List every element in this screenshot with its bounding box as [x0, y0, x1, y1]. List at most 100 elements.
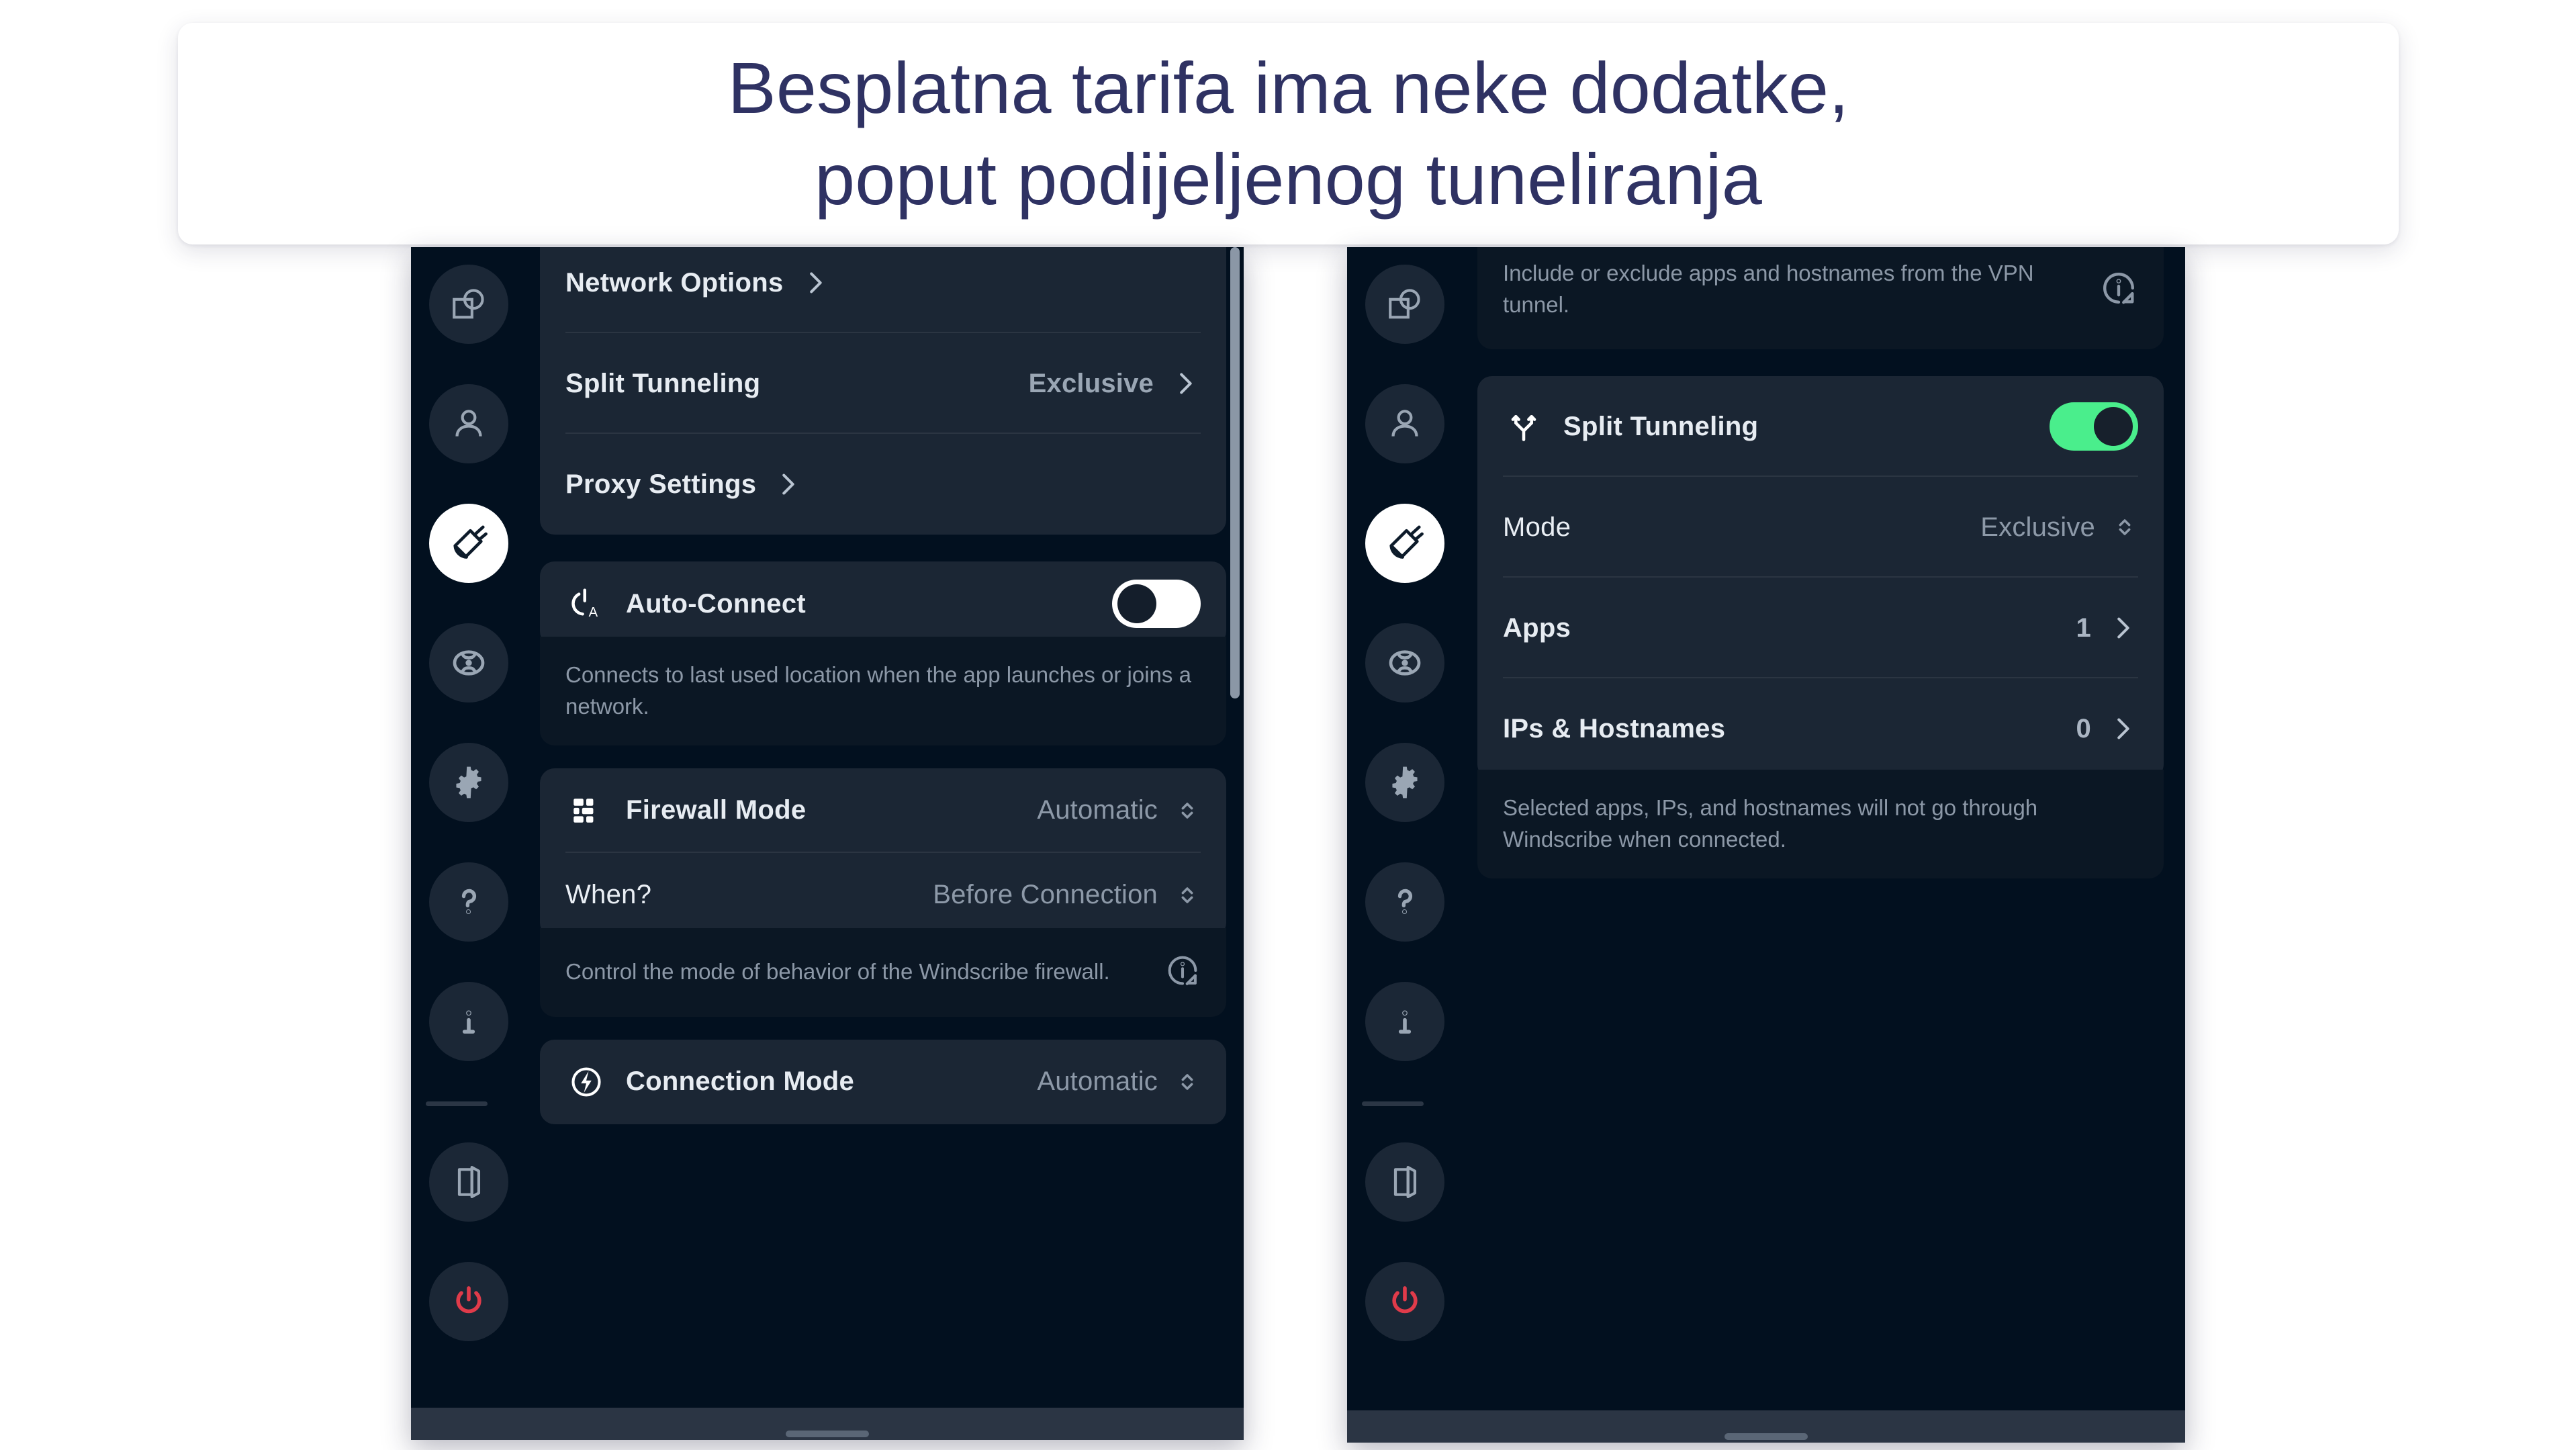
firewall-blocks-icon	[565, 794, 607, 827]
firewall-mode-card: Firewall Mode Automatic When? Before Con…	[540, 768, 1226, 938]
connection-dish-icon	[449, 524, 488, 563]
info-icon	[450, 1003, 488, 1040]
firewall-mode-row[interactable]: Firewall Mode Automatic	[540, 768, 1226, 853]
question-mark-icon	[450, 883, 488, 921]
window-footer-left	[411, 1408, 1244, 1440]
gear-icon	[450, 764, 488, 801]
sidebar-item-about[interactable]	[429, 982, 508, 1061]
sidebar-divider	[1362, 1101, 1424, 1106]
row-network-options-label: Network Options	[565, 267, 784, 298]
sidebar-item-robert[interactable]	[429, 623, 508, 703]
account-person-icon	[450, 405, 488, 443]
toggle-knob	[2094, 407, 2133, 446]
power-icon	[1386, 1283, 1424, 1320]
robot-icon	[1386, 644, 1424, 682]
sidebar-item-logout[interactable]	[1365, 1142, 1444, 1222]
sidebar-divider	[426, 1101, 488, 1106]
split-tunneling-content: Include or exclude apps and hostnames fr…	[1463, 247, 2185, 1410]
row-proxy-settings[interactable]: Proxy Settings	[540, 434, 1226, 535]
updown-stepper-icon[interactable]	[1174, 1069, 1201, 1095]
connection-mode-value: Automatic	[1037, 1067, 1158, 1097]
page-title: Besplatna tarifa ima neke dodatke, poput…	[727, 46, 1849, 220]
sidebar-item-preferences[interactable]	[429, 743, 508, 822]
screenshot-stage: Besplatna tarifa ima neke dodatke, poput…	[0, 0, 2576, 1450]
row-proxy-settings-label: Proxy Settings	[565, 469, 757, 499]
firewall-when-value: Before Connection	[933, 880, 1158, 910]
chevron-right-icon	[1170, 368, 1201, 399]
sidebar-item-help[interactable]	[1365, 862, 1444, 942]
split-tunneling-toggle[interactable]	[2050, 402, 2138, 451]
row-split-tunneling-value: Exclusive	[1028, 368, 1154, 398]
split-tunneling-card: Split Tunneling Mode Exclusive Apps 1 IP…	[1477, 376, 2164, 779]
info-external-icon[interactable]	[2099, 269, 2138, 311]
auto-connect-description-box: Connects to last used location when the …	[540, 637, 1226, 745]
exit-door-icon	[1386, 1163, 1424, 1201]
connection-mode-card: Connection Mode Automatic	[540, 1039, 1226, 1124]
resize-handle[interactable]	[786, 1431, 869, 1437]
sidebar-item-quit[interactable]	[429, 1262, 508, 1341]
chevron-right-icon	[800, 267, 831, 298]
sidebar-item-robert[interactable]	[1365, 623, 1444, 703]
svg-text:A: A	[589, 605, 598, 620]
firewall-when-row[interactable]: When? Before Connection	[540, 853, 1226, 938]
scrollbar-thumb[interactable]	[1230, 247, 1240, 698]
info-external-icon[interactable]	[1164, 952, 1201, 992]
split-tunneling-description-box: Selected apps, IPs, and hostnames will n…	[1477, 770, 2164, 878]
sidebar-item-about[interactable]	[1365, 982, 1444, 1061]
auto-connect-row[interactable]: A Auto-Connect	[540, 561, 1226, 646]
sidebar-left	[411, 247, 526, 1408]
settings-scrollbar[interactable]	[1230, 247, 1240, 1408]
settings-content-left: Network Options Split Tunneling Exclusiv…	[526, 247, 1244, 1408]
resize-handle[interactable]	[1724, 1433, 1808, 1440]
split-tunneling-ips-count: 0	[2076, 713, 2091, 743]
updown-stepper-icon[interactable]	[1174, 797, 1201, 824]
split-tunneling-label: Split Tunneling	[1563, 411, 1759, 441]
sidebar-item-connection[interactable]	[429, 504, 508, 583]
split-tunneling-apps-label: Apps	[1503, 613, 1571, 643]
split-tunneling-mode-value: Exclusive	[1980, 512, 2095, 542]
account-person-icon	[1386, 405, 1424, 443]
window-body-right: Include or exclude apps and hostnames fr…	[1347, 247, 2185, 1410]
sidebar-item-help[interactable]	[429, 862, 508, 942]
updown-stepper-icon[interactable]	[2111, 514, 2138, 541]
row-network-options[interactable]: Network Options	[540, 247, 1226, 333]
chevron-right-icon	[772, 469, 803, 500]
sidebar-item-logout[interactable]	[429, 1142, 508, 1222]
heading-card: Besplatna tarifa ima neke dodatke, poput…	[178, 23, 2399, 244]
sidebar-item-general[interactable]	[429, 265, 508, 344]
split-tunneling-description: Selected apps, IPs, and hostnames will n…	[1503, 795, 2038, 852]
question-mark-icon	[1386, 883, 1424, 921]
split-tunneling-main-row[interactable]: Split Tunneling	[1477, 376, 2164, 477]
firewall-mode-label: Firewall Mode	[626, 795, 807, 825]
split-tunneling-mode-label: Mode	[1503, 512, 1571, 542]
power-icon	[450, 1283, 488, 1320]
updown-stepper-icon[interactable]	[1174, 882, 1201, 909]
sidebar-item-account[interactable]	[429, 384, 508, 463]
connection-dish-icon	[1385, 524, 1424, 563]
split-tunneling-mode-row[interactable]: Mode Exclusive	[1477, 477, 2164, 578]
connection-mode-row[interactable]: Connection Mode Automatic	[540, 1040, 1226, 1124]
toggle-knob	[1117, 584, 1156, 623]
windscribe-window-right: Include or exclude apps and hostnames fr…	[1347, 247, 2185, 1443]
sidebar-item-account[interactable]	[1365, 384, 1444, 463]
auto-connect-description: Connects to last used location when the …	[565, 662, 1191, 719]
sidebar-item-preferences[interactable]	[1365, 743, 1444, 822]
split-tunneling-ips-row[interactable]: IPs & Hostnames 0	[1477, 678, 2164, 779]
firewall-description-box: Control the mode of behavior of the Wind…	[540, 927, 1226, 1017]
window-body-left: Network Options Split Tunneling Exclusiv…	[411, 247, 1244, 1408]
power-auto-icon: A	[565, 586, 607, 622]
auto-connect-toggle[interactable]	[1112, 580, 1201, 628]
general-overlap-icon	[1385, 285, 1424, 324]
sidebar-item-connection[interactable]	[1365, 504, 1444, 583]
row-split-tunneling[interactable]: Split Tunneling Exclusive	[540, 333, 1226, 434]
split-tunneling-intro-box: Include or exclude apps and hostnames fr…	[1477, 247, 2164, 349]
chevron-right-icon	[2107, 613, 2138, 643]
exit-door-icon	[450, 1163, 488, 1201]
split-tunneling-apps-count: 1	[2076, 613, 2091, 643]
row-split-tunneling-label: Split Tunneling	[565, 368, 761, 398]
gear-icon	[1386, 764, 1424, 801]
split-tunneling-apps-row[interactable]: Apps 1	[1477, 578, 2164, 678]
window-footer-right	[1347, 1410, 2185, 1443]
sidebar-item-quit[interactable]	[1365, 1262, 1444, 1341]
sidebar-item-general[interactable]	[1365, 265, 1444, 344]
